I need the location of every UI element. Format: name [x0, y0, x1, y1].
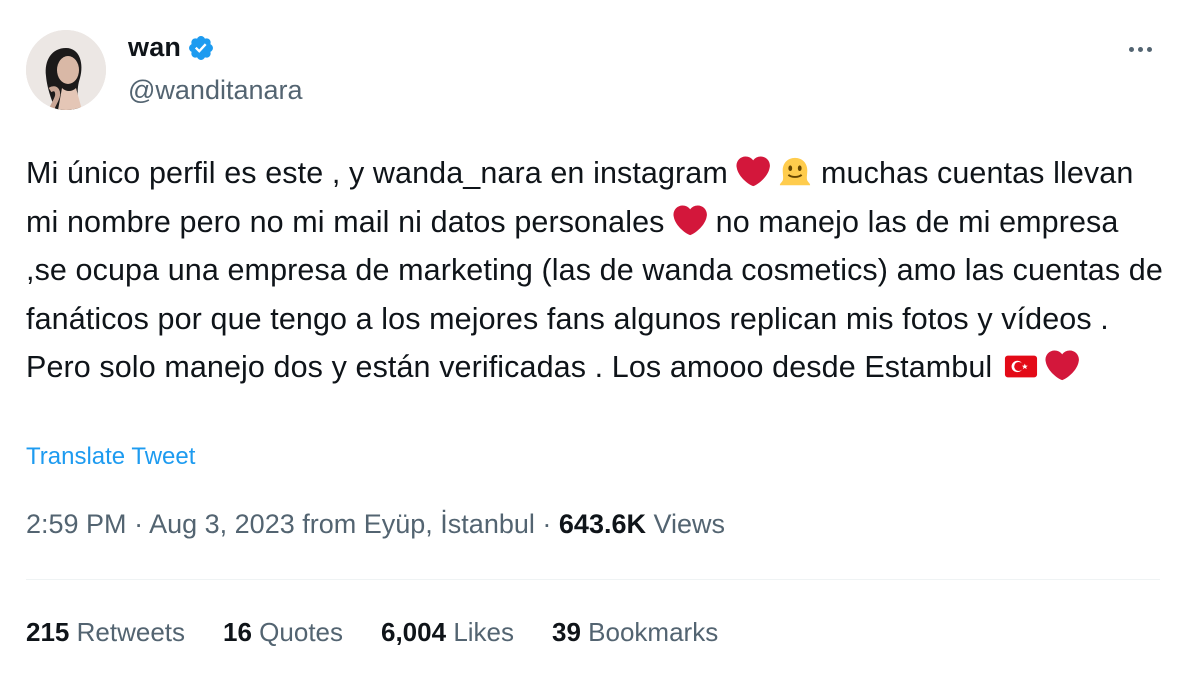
tweet-time[interactable]: 2:59 PM: [26, 509, 127, 539]
tweet-location: from Eyüp, İstanbul: [302, 509, 535, 539]
views-label: Views: [653, 509, 726, 539]
author-name-row: wan: [128, 32, 215, 63]
verified-badge-icon[interactable]: [187, 34, 215, 62]
retweets-count: 215: [26, 617, 70, 647]
red-heart-icon: [1045, 350, 1079, 381]
red-heart-icon: [736, 156, 771, 187]
quotes-label: Quotes: [259, 617, 343, 647]
retweets-stat[interactable]: 215 Retweets: [26, 617, 185, 648]
divider: [26, 579, 1160, 580]
engagement-stats: 215 Retweets 16 Quotes 6,004 Likes 39 Bo…: [26, 617, 756, 648]
retweets-label: Retweets: [76, 617, 186, 647]
bookmarks-count: 39: [552, 617, 581, 647]
avatar[interactable]: [26, 30, 106, 110]
likes-count: 6,004: [381, 617, 447, 647]
quotes-stat[interactable]: 16 Quotes: [223, 617, 343, 648]
turkey-flag-icon: [1004, 355, 1037, 378]
tweet-text-segment: Mi único perfil es este , y wanda_nara e…: [26, 156, 737, 190]
more-options-icon[interactable]: [1120, 34, 1160, 64]
melting-face-icon: [780, 157, 811, 186]
author-handle[interactable]: @wanditanara: [128, 75, 303, 106]
likes-label: Likes: [453, 617, 515, 647]
bookmarks-stat[interactable]: 39 Bookmarks: [552, 617, 718, 648]
translate-tweet-link[interactable]: Translate Tweet: [26, 443, 195, 471]
likes-stat[interactable]: 6,004 Likes: [381, 617, 514, 648]
views-count: 643.6K: [558, 509, 646, 539]
separator: ·: [542, 509, 552, 539]
quotes-count: 16: [223, 617, 252, 647]
author-name[interactable]: wan: [128, 32, 181, 63]
tweet-date[interactable]: Aug 3, 2023: [149, 509, 295, 539]
bookmarks-label: Bookmarks: [588, 617, 719, 647]
profile-photo: [26, 30, 106, 110]
tweet-text: Mi único perfil es este , y wanda_nara e…: [26, 149, 1166, 392]
tweet-metadata: 2:59 PM · Aug 3, 2023 from Eyüp, İstanbu…: [26, 509, 725, 540]
separator: ·: [134, 509, 144, 539]
red-heart-icon: [673, 205, 708, 235]
